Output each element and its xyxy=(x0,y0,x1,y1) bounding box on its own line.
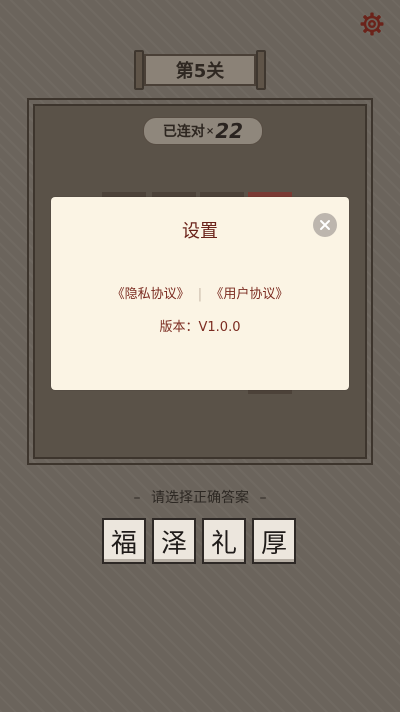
prompt-dash-right: – xyxy=(259,490,267,506)
close-icon xyxy=(320,220,330,230)
settings-dialog: 设置 《隐私协议》 | 《用户协议》 版本：V1.0.0 xyxy=(51,197,349,390)
agreement-links: 《隐私协议》 | 《用户协议》 xyxy=(51,283,349,302)
level-title: 第5关 xyxy=(144,54,256,86)
privacy-policy-link[interactable]: 《隐私协议》 xyxy=(112,287,190,302)
close-button[interactable] xyxy=(313,213,337,237)
level-banner: 第5关 xyxy=(134,50,266,90)
answer-option[interactable]: 福 xyxy=(102,518,146,564)
answer-prompt: – 请选择正确答案 – xyxy=(0,487,400,507)
settings-button[interactable] xyxy=(358,10,386,38)
dialog-title: 设置 xyxy=(182,221,218,242)
link-separator: | xyxy=(197,287,203,302)
streak-badge: 已连对 × 22 xyxy=(143,117,263,145)
prompt-text: 请选择正确答案 xyxy=(151,490,249,506)
gear-icon xyxy=(360,12,384,36)
streak-multiplier: × xyxy=(205,125,215,137)
user-agreement-link[interactable]: 《用户协议》 xyxy=(210,287,288,302)
answer-option[interactable]: 礼 xyxy=(202,518,246,564)
answer-option[interactable]: 厚 xyxy=(252,518,296,564)
scroll-left-end xyxy=(134,50,144,90)
prompt-dash-left: – xyxy=(133,490,141,506)
scroll-right-end xyxy=(256,50,266,90)
answer-option[interactable]: 泽 xyxy=(152,518,196,564)
version-text: 版本：V1.0.0 xyxy=(159,320,241,335)
streak-label: 已连对 xyxy=(162,124,205,140)
answer-options: 福 泽 礼 厚 xyxy=(102,518,296,564)
streak-count: 22 xyxy=(215,119,244,143)
